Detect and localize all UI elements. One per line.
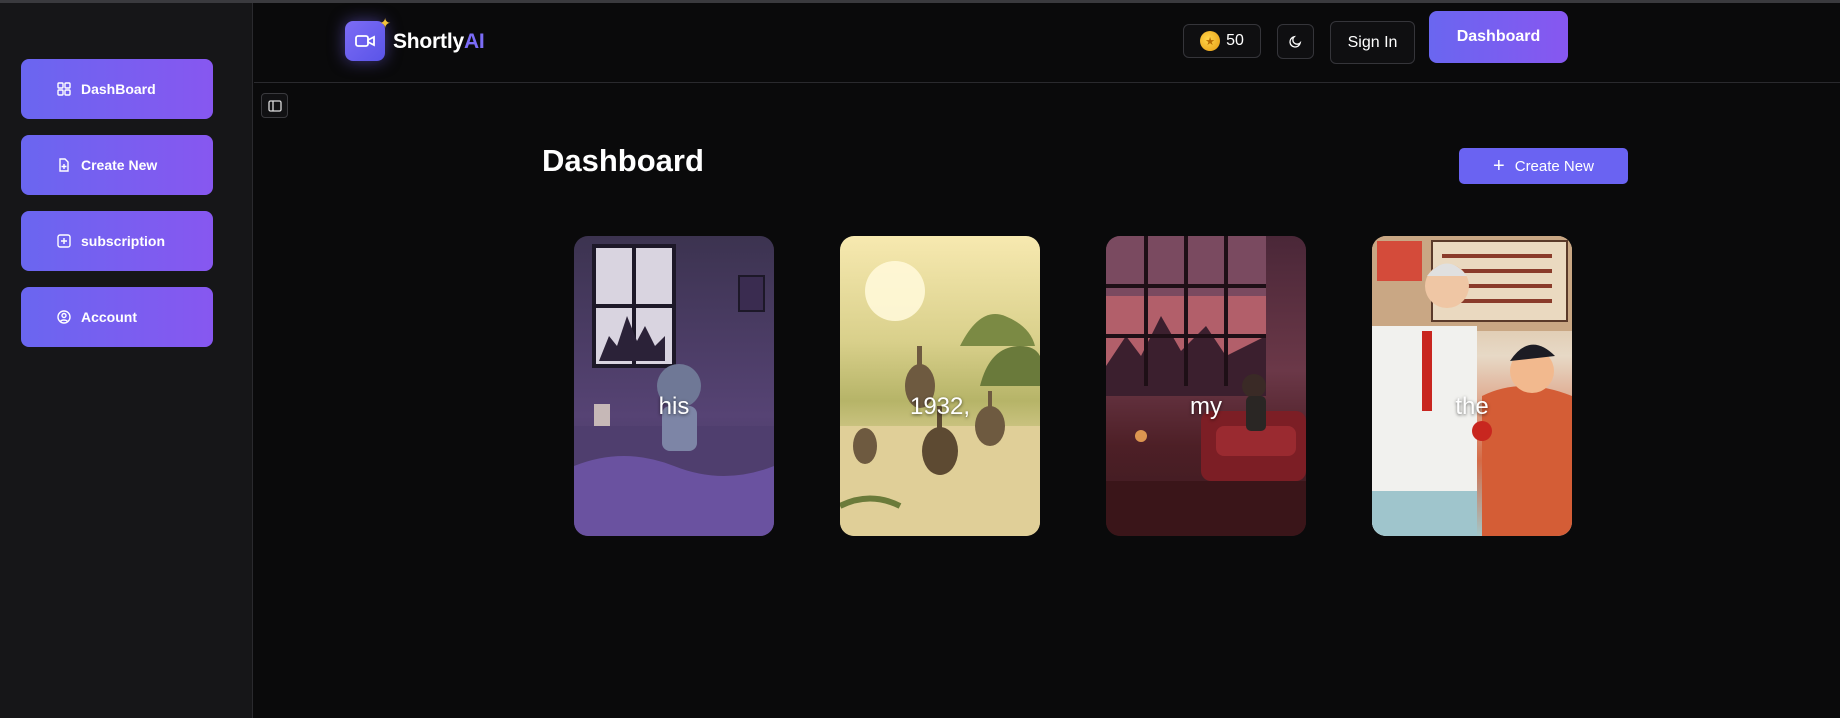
moon-icon [1289,35,1302,48]
sidebar-item-subscription[interactable]: subscription [21,211,213,271]
logo[interactable]: ✦ [345,15,391,61]
credits-button[interactable]: ★ 50 [1183,24,1261,58]
sparkle-icon: ✦ [379,15,391,31]
brand-name: ShortlyAI [393,30,485,54]
card-caption: his [658,393,690,420]
sidebar-item-label: Create New [81,157,158,173]
video-card[interactable]: 1932, [840,236,1040,536]
video-thumbnail [1106,236,1306,536]
card-caption: my [1190,393,1222,420]
panel-left-icon [267,99,282,112]
video-card[interactable]: my [1106,236,1306,536]
credits-count: 50 [1226,32,1244,49]
dashboard-icon [57,82,71,96]
brand-main: Shortly [393,30,464,53]
video-thumbnail [574,244,774,536]
sign-in-button[interactable]: Sign In [1330,21,1415,64]
sidebar: DashBoard Create New subscription Accoun… [0,3,253,718]
sidebar-item-label: Account [81,309,137,325]
video-thumbnail [840,261,1040,536]
page-title: Dashboard [542,143,704,178]
dashboard-button[interactable]: Dashboard [1429,11,1568,63]
card-caption: 1932, [909,393,971,420]
plus-icon: + [1493,155,1505,177]
theme-toggle-button[interactable] [1277,24,1314,59]
create-new-label: Create New [1514,157,1594,175]
top-header: ✦ ShortlyAI ★ 50 Sign In Dashboard [254,3,1840,83]
user-circle-icon [57,310,71,324]
file-plus-icon [57,158,71,172]
coin-icon: ★ [1200,31,1221,51]
card-caption: the [1455,393,1489,420]
square-plus-icon [57,234,71,248]
sidebar-item-label: subscription [81,233,166,249]
video-card[interactable]: the [1372,236,1572,536]
sidebar-item-label: DashBoard [81,81,156,97]
brand-accent: AI [463,30,485,53]
create-new-button[interactable]: + Create New [1459,148,1628,184]
video-camera-icon [355,35,375,47]
sidebar-item-create-new[interactable]: Create New [21,135,213,195]
sidebar-toggle-button[interactable] [261,93,288,118]
video-card[interactable]: his [574,236,774,536]
video-thumbnail [1372,236,1572,536]
sidebar-item-dashboard[interactable]: DashBoard [21,59,213,119]
sidebar-item-account[interactable]: Account [21,287,213,347]
